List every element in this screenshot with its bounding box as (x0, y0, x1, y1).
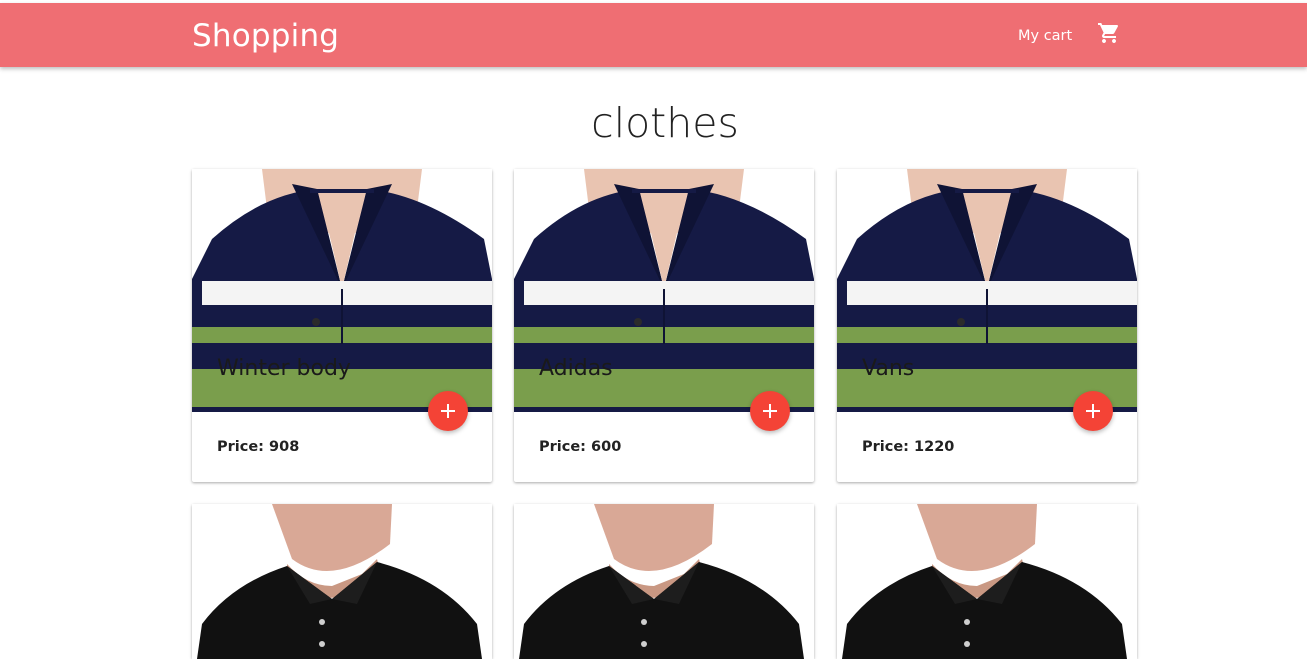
my-cart-link[interactable]: My cart (1018, 26, 1072, 46)
product-image: Adidas (514, 169, 814, 412)
top-navbar: Shopping My cart (0, 3, 1307, 67)
product-image (514, 504, 814, 659)
product-image: Vans (837, 169, 1137, 412)
product-image: Winter body (192, 169, 492, 412)
plus-icon (441, 404, 455, 418)
product-title: Vans (862, 356, 915, 381)
product-price: Price: 600 (539, 439, 622, 455)
shopping-cart-icon[interactable] (1097, 21, 1121, 45)
add-to-cart-button[interactable] (750, 391, 790, 431)
product-image (837, 504, 1137, 659)
product-image (192, 504, 492, 659)
product-price: Price: 1220 (862, 439, 955, 455)
page-title: clothes (591, 99, 739, 147)
product-title: Winter body (217, 356, 351, 381)
product-price: Price: 908 (217, 439, 300, 455)
product-card (514, 504, 814, 659)
product-card (192, 504, 492, 659)
add-to-cart-button[interactable] (428, 391, 468, 431)
product-card (837, 504, 1137, 659)
product-card: Vans Price: 1220 (837, 169, 1137, 482)
plus-icon (763, 404, 777, 418)
product-card: Winter body Price: 908 (192, 169, 492, 482)
plus-icon (1086, 404, 1100, 418)
product-card: Adidas Price: 600 (514, 169, 814, 482)
brand-logo-link[interactable]: Shopping (192, 17, 339, 55)
add-to-cart-button[interactable] (1073, 391, 1113, 431)
product-title: Adidas (539, 356, 613, 381)
